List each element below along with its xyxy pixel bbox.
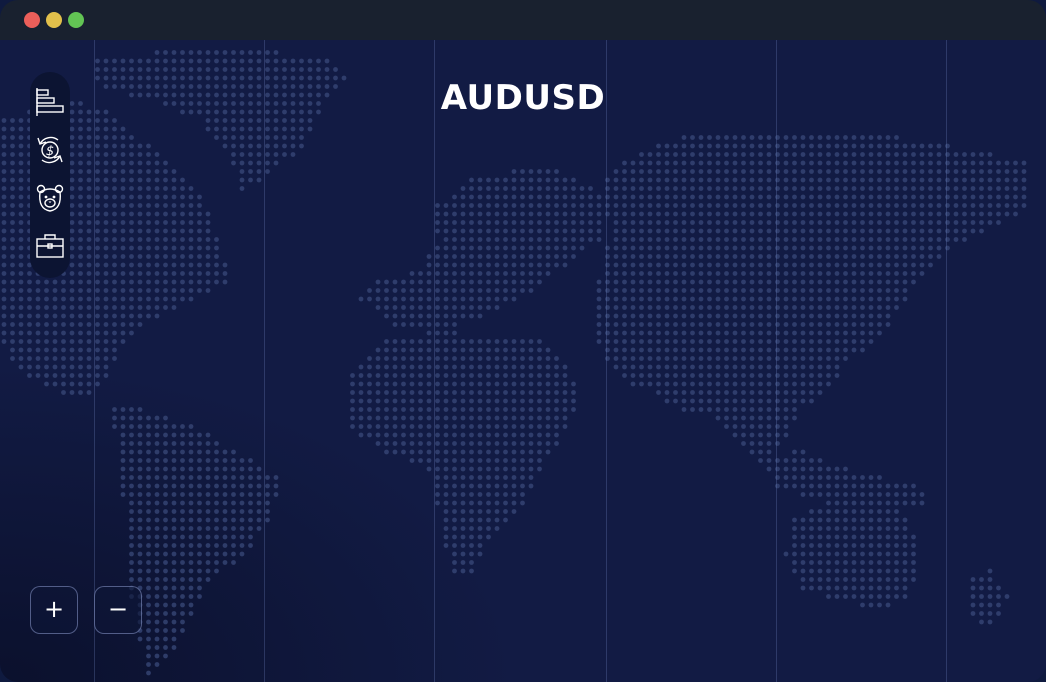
bear-icon <box>36 184 64 212</box>
timezone-line <box>776 40 777 682</box>
timezone-line <box>946 40 947 682</box>
world-map[interactable]: AUDUSD $ + − <box>0 40 1046 682</box>
title-bar <box>0 0 1046 40</box>
zoom-in-button[interactable]: + <box>30 586 78 634</box>
currency-exchange-icon: $ <box>37 136 63 164</box>
maximize-window-button[interactable] <box>68 12 84 28</box>
timezone-line <box>264 40 265 682</box>
zoom-out-button[interactable]: − <box>94 586 142 634</box>
portfolio-button[interactable] <box>34 230 66 262</box>
timezone-line <box>606 40 607 682</box>
bar-chart-icon <box>36 88 64 116</box>
close-window-button[interactable] <box>24 12 40 28</box>
currency-exchange-button[interactable]: $ <box>34 134 66 166</box>
bar-chart-button[interactable] <box>34 86 66 118</box>
timezone-line <box>94 40 95 682</box>
currency-pair-title: AUDUSD <box>440 78 606 118</box>
app-window: AUDUSD $ + − <box>0 0 1046 682</box>
briefcase-icon <box>36 234 64 258</box>
svg-text:$: $ <box>46 144 54 159</box>
tool-sidebar: $ <box>30 72 70 278</box>
bear-button[interactable] <box>34 182 66 214</box>
world-map-dots <box>1 50 1027 676</box>
minimize-window-button[interactable] <box>46 12 62 28</box>
timezone-line <box>434 40 435 682</box>
